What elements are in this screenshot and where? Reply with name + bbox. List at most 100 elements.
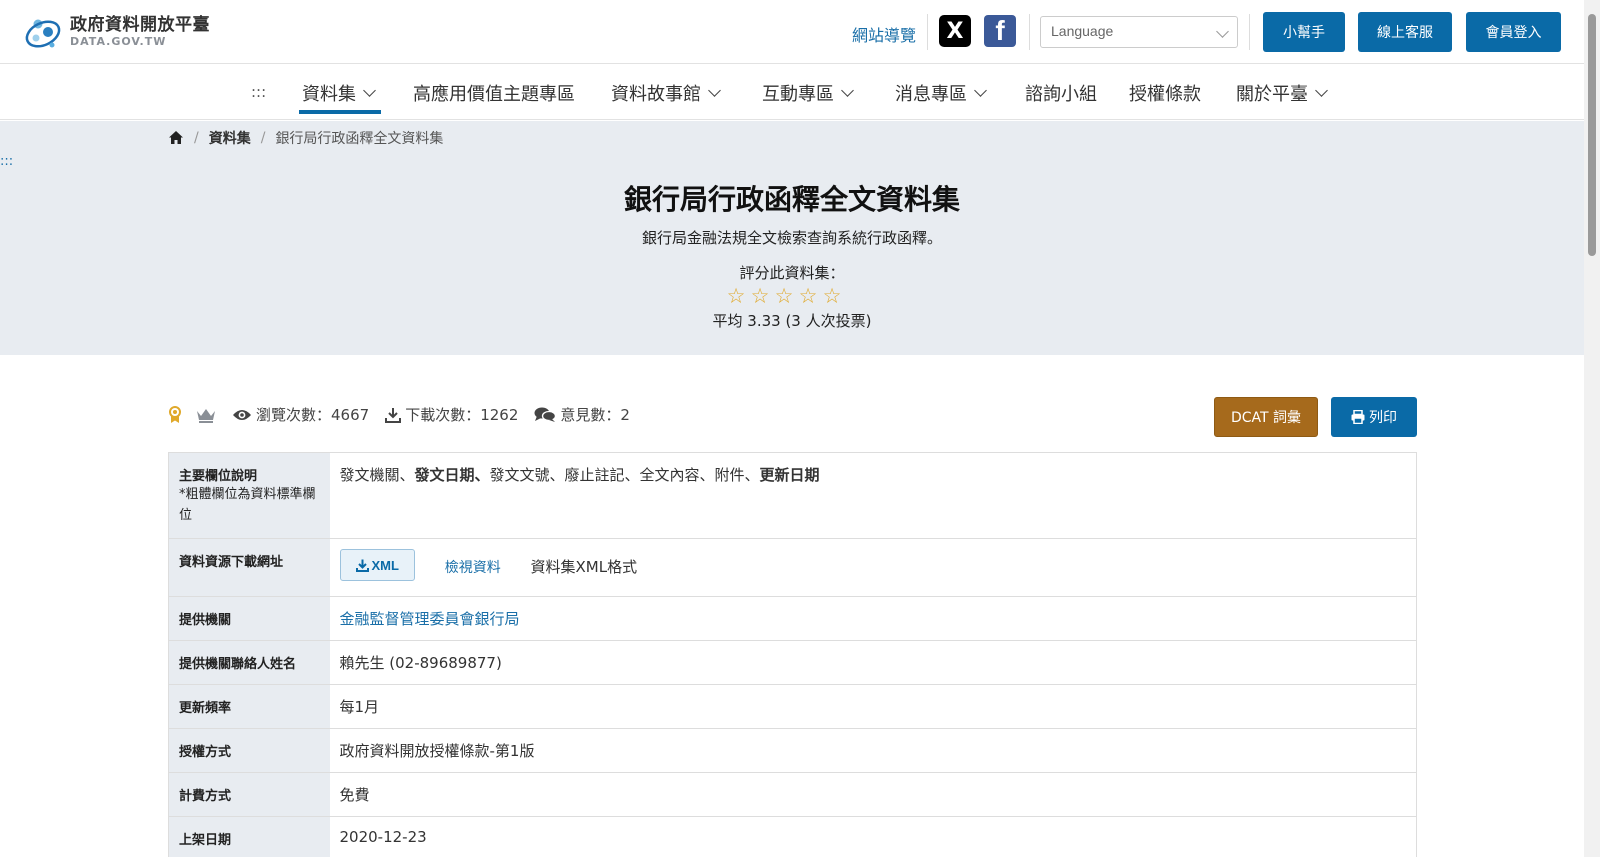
views-stat: 瀏覽次數： 4667 — [232, 404, 369, 425]
dataset-hero: / 資料集 / 銀行局行政函釋全文資料集 ::: 銀行局行政函釋全文資料集 銀行… — [0, 121, 1584, 355]
frequency-label: 更新頻率 — [168, 684, 330, 729]
nav-item-interactive[interactable]: 互動專區 — [762, 80, 854, 106]
print-button[interactable]: 列印 — [1331, 397, 1417, 437]
site-logo[interactable]: 政府資料開放平臺 DATA.GOV.TW — [22, 12, 210, 52]
table-row: 上架日期 2020-12-23 — [168, 816, 1417, 857]
language-select-value: Language — [1051, 23, 1114, 39]
page-scrollbar[interactable] — [1584, 0, 1600, 857]
provider-link[interactable]: 金融監督管理委員會銀行局 — [340, 610, 520, 628]
logo-subtitle: DATA.GOV.TW — [70, 35, 167, 48]
comments-stat: 意見數： 2 — [534, 404, 630, 425]
nav-item-license[interactable]: 授權條款 — [1129, 80, 1201, 106]
chevron-down-icon — [841, 84, 854, 97]
star-icon[interactable]: ☆ — [796, 284, 820, 308]
published-label: 上架日期 — [168, 816, 330, 857]
xml-download-label: XML — [371, 557, 399, 573]
provider-label: 提供機關 — [168, 596, 330, 641]
nav-item-advisory[interactable]: 諮詢小組 — [1025, 80, 1097, 106]
downloads-stat: 下載次數： 1262 — [385, 404, 518, 425]
print-label: 列印 — [1369, 410, 1397, 426]
breadcrumb-current: 銀行局行政函釋全文資料集 — [275, 131, 444, 147]
star-icon[interactable]: ☆ — [748, 284, 772, 308]
divider — [1029, 14, 1030, 50]
comments-count: 2 — [620, 405, 630, 424]
table-row: 提供機關 金融監督管理委員會銀行局 — [168, 596, 1417, 641]
x-twitter-icon[interactable]: X — [939, 15, 971, 47]
star-icon[interactable]: ☆ — [724, 284, 748, 308]
view-data-link[interactable]: 檢視資料 — [445, 560, 501, 576]
dcat-vocabulary-button[interactable]: DCAT 詞彙 — [1214, 397, 1318, 437]
chevron-down-icon — [1315, 84, 1328, 97]
breadcrumb-separator: / — [260, 130, 266, 146]
fields-value: 發文機關、發文日期、發文文號、廢止註記、全文內容、附件、更新日期 — [329, 452, 1417, 539]
download-value: XML 檢視資料 資料集XML格式 — [329, 538, 1417, 597]
site-header: 政府資料開放平臺 DATA.GOV.TW 網站導覽 X f Language 小… — [0, 0, 1584, 64]
rating-stars: ☆ ☆ ☆ ☆ ☆ — [724, 284, 844, 308]
nav-accesskey[interactable]: ::: — [251, 83, 266, 101]
comments-icon — [534, 407, 557, 422]
table-row: 主要欄位說明 *粗體欄位為資料標準欄位 發文機關、發文日期、發文文號、廢止註記、… — [168, 452, 1417, 539]
page-title: 銀行局行政函釋全文資料集 — [623, 183, 960, 216]
home-icon[interactable] — [168, 130, 184, 146]
nav-item-datasets[interactable]: 資料集 — [302, 80, 376, 106]
chevron-down-icon — [363, 84, 376, 97]
star-icon[interactable]: ☆ — [772, 284, 796, 308]
dataset-description: 銀行局金融法規全文檢索查詢系統行政函釋。 — [641, 229, 942, 247]
nav-item-label: 消息專區 — [895, 84, 967, 105]
views-label: 瀏覽次數： — [256, 406, 332, 424]
nav-item-news[interactable]: 消息專區 — [895, 80, 987, 106]
field-part-standard: 發文日期、 — [414, 466, 490, 484]
scrollbar-thumb[interactable] — [1588, 14, 1596, 256]
rating-label: 評分此資料集： — [739, 264, 845, 282]
field-part: 發文機關、 — [339, 466, 415, 484]
nav-item-high-value[interactable]: 高應用價值主題專區 — [413, 80, 575, 106]
language-select[interactable]: Language — [1040, 16, 1238, 48]
main-nav: ::: 資料集 高應用價值主題專區 資料故事館 互動專區 消息專區 諮詢小組 授… — [0, 64, 1584, 120]
logo-title: 政府資料開放平臺 — [70, 15, 210, 35]
facebook-icon[interactable]: f — [984, 15, 1016, 47]
field-part-standard: 更新日期 — [759, 466, 820, 484]
nav-item-about[interactable]: 關於平臺 — [1236, 80, 1328, 106]
field-part: 發文文號、廢止註記、全文內容、附件、 — [489, 466, 760, 484]
star-icon[interactable]: ☆ — [820, 284, 844, 308]
helper-button[interactable]: 小幫手 — [1263, 12, 1345, 52]
breadcrumb-datasets[interactable]: 資料集 — [209, 128, 251, 148]
table-row: 更新頻率 每1月 — [168, 684, 1417, 729]
contact-label: 提供機關聯絡人姓名 — [168, 640, 330, 685]
row-label: 主要欄位說明 *粗體欄位為資料標準欄位 — [168, 452, 330, 539]
breadcrumb-separator: / — [194, 130, 199, 146]
dataset-stats: 瀏覽次數： 4667 下載次數： 1262 意見數： 2 — [168, 404, 646, 425]
table-row: 計費方式 免費 — [168, 772, 1417, 817]
contact-value: 賴先生 (02-89689877) — [329, 640, 1417, 685]
divider — [927, 14, 928, 50]
sitemap-link[interactable]: 網站導覽 — [852, 22, 916, 46]
chevron-down-icon — [1216, 25, 1229, 38]
chevron-down-icon — [974, 84, 987, 97]
online-service-button[interactable]: 線上客服 — [1358, 12, 1452, 52]
nav-item-stories[interactable]: 資料故事館 — [611, 80, 721, 106]
download-icon — [385, 407, 402, 423]
content-accesskey[interactable]: ::: — [0, 154, 13, 169]
nav-item-label: 諮詢小組 — [1025, 84, 1097, 105]
eye-icon — [233, 409, 251, 420]
rating-average: 平均 3.33 (3 人次投票) — [712, 312, 872, 330]
award-badge-icon — [169, 405, 181, 423]
table-row: 授權方式 政府資料開放授權條款-第1版 — [168, 728, 1417, 773]
xml-download-button[interactable]: XML — [339, 549, 415, 581]
fee-label: 計費方式 — [168, 772, 330, 817]
published-value: 2020-12-23 — [329, 816, 1417, 857]
comments-label: 意見數： — [560, 406, 621, 424]
views-count: 4667 — [331, 405, 370, 424]
table-row: 提供機關聯絡人姓名 賴先生 (02-89689877) — [168, 640, 1417, 685]
nav-active-indicator — [299, 110, 381, 114]
downloads-count: 1262 — [480, 405, 519, 424]
nav-item-label: 授權條款 — [1129, 84, 1201, 105]
downloads-label: 下載次數： — [405, 406, 481, 424]
fields-note: *粗體欄位為資料標準欄位 — [179, 487, 316, 523]
crown-icon — [197, 408, 215, 423]
frequency-value: 每1月 — [329, 684, 1417, 729]
nav-item-label: 資料故事館 — [611, 84, 701, 105]
member-login-button[interactable]: 會員登入 — [1466, 12, 1561, 52]
download-label: 資料資源下載網址 — [168, 538, 330, 597]
breadcrumb: / 資料集 / 銀行局行政函釋全文資料集 — [168, 128, 443, 148]
